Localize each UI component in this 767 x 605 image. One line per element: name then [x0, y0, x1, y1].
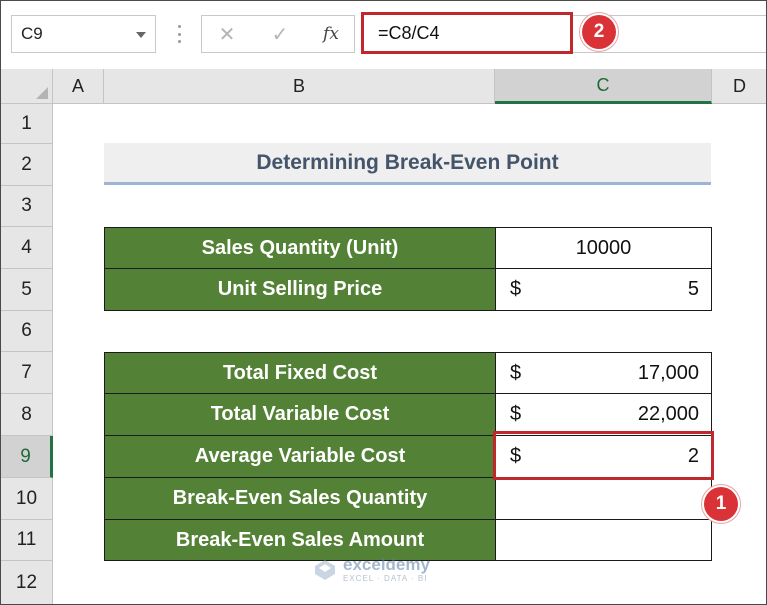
label-total-variable-cost[interactable]: Total Variable Cost [104, 393, 496, 436]
row-header-7[interactable]: 7 [1, 352, 53, 394]
exceldemy-watermark: exceldemy EXCEL · DATA · BI [313, 556, 430, 583]
row-header-3[interactable]: 3 [1, 186, 53, 227]
row-header-11[interactable]: 11 [1, 520, 53, 561]
label-break-even-sales-quantity[interactable]: Break-Even Sales Quantity [104, 477, 496, 520]
step-badge-2: 2 [582, 15, 616, 49]
step-badge-1: 1 [704, 487, 738, 521]
row-header-9[interactable]: 9 [1, 436, 53, 478]
column-header-b[interactable]: B [104, 69, 495, 104]
value-sales-quantity[interactable]: 10000 [495, 227, 712, 269]
select-all-button[interactable] [1, 69, 53, 104]
value-unit-selling-price-text: 5 [687, 278, 699, 300]
formula-bar: C9 ✕ ✓ fx =C8/C4 2 [1, 1, 766, 69]
value-break-even-sales-amount[interactable] [495, 519, 712, 561]
label-sales-quantity[interactable]: Sales Quantity (Unit) [104, 227, 496, 269]
value-total-variable-cost[interactable]: $ 22,000 [495, 393, 712, 436]
value-break-even-sales-quantity[interactable] [495, 477, 712, 520]
name-box[interactable]: C9 [11, 15, 156, 53]
value-total-variable-cost-text: 22,000 [637, 403, 699, 425]
row-header-10[interactable]: 10 [1, 478, 53, 520]
currency-symbol: $ [510, 361, 522, 384]
formula-buttons: ✕ ✓ fx [201, 15, 355, 53]
row-header-1[interactable]: 1 [1, 104, 53, 144]
insert-function-icon[interactable]: fx [314, 16, 348, 52]
excel-window: C9 ✕ ✓ fx =C8/C4 2 A B C D 1 2 3 4 5 6 7… [0, 0, 767, 605]
column-header-a[interactable]: A [53, 69, 104, 104]
cancel-icon[interactable]: ✕ [212, 16, 242, 52]
label-average-variable-cost[interactable]: Average Variable Cost [104, 435, 496, 478]
watermark-tagline: EXCEL · DATA · BI [343, 574, 428, 583]
row-header-8[interactable]: 8 [1, 394, 53, 436]
label-break-even-sales-amount[interactable]: Break-Even Sales Amount [104, 519, 496, 561]
row-header-6[interactable]: 6 [1, 311, 53, 352]
row-header-4[interactable]: 4 [1, 227, 53, 269]
value-total-fixed-cost[interactable]: $ 17,000 [495, 352, 712, 394]
enter-icon[interactable]: ✓ [265, 16, 295, 52]
row-header-12[interactable]: 12 [1, 561, 53, 604]
value-unit-selling-price[interactable]: $ 5 [495, 268, 712, 311]
currency-symbol: $ [510, 403, 522, 425]
label-unit-selling-price[interactable]: Unit Selling Price [104, 268, 496, 311]
row-header-2[interactable]: 2 [1, 144, 53, 186]
column-header-d[interactable]: D [712, 69, 766, 104]
exceldemy-logo-icon [315, 559, 335, 580]
value-sales-quantity-text: 10000 [575, 236, 632, 259]
currency-symbol: $ [510, 278, 522, 300]
more-options-icon[interactable] [177, 25, 181, 43]
value-total-fixed-cost-text: 17,000 [637, 361, 699, 384]
name-box-value: C9 [21, 24, 43, 43]
row-header-5[interactable]: 5 [1, 269, 53, 311]
selected-cell-highlight [493, 431, 714, 480]
sheet-title[interactable]: Determining Break-Even Point [104, 143, 711, 185]
column-header-c[interactable]: C [495, 69, 712, 104]
label-total-fixed-cost[interactable]: Total Fixed Cost [104, 352, 496, 394]
worksheet-grid: A B C D 1 2 3 4 5 6 7 8 9 10 11 12 Deter… [1, 69, 766, 604]
chevron-down-icon[interactable] [136, 32, 146, 38]
watermark-name: exceldemy [343, 555, 430, 574]
formula-input[interactable]: =C8/C4 [361, 12, 573, 54]
